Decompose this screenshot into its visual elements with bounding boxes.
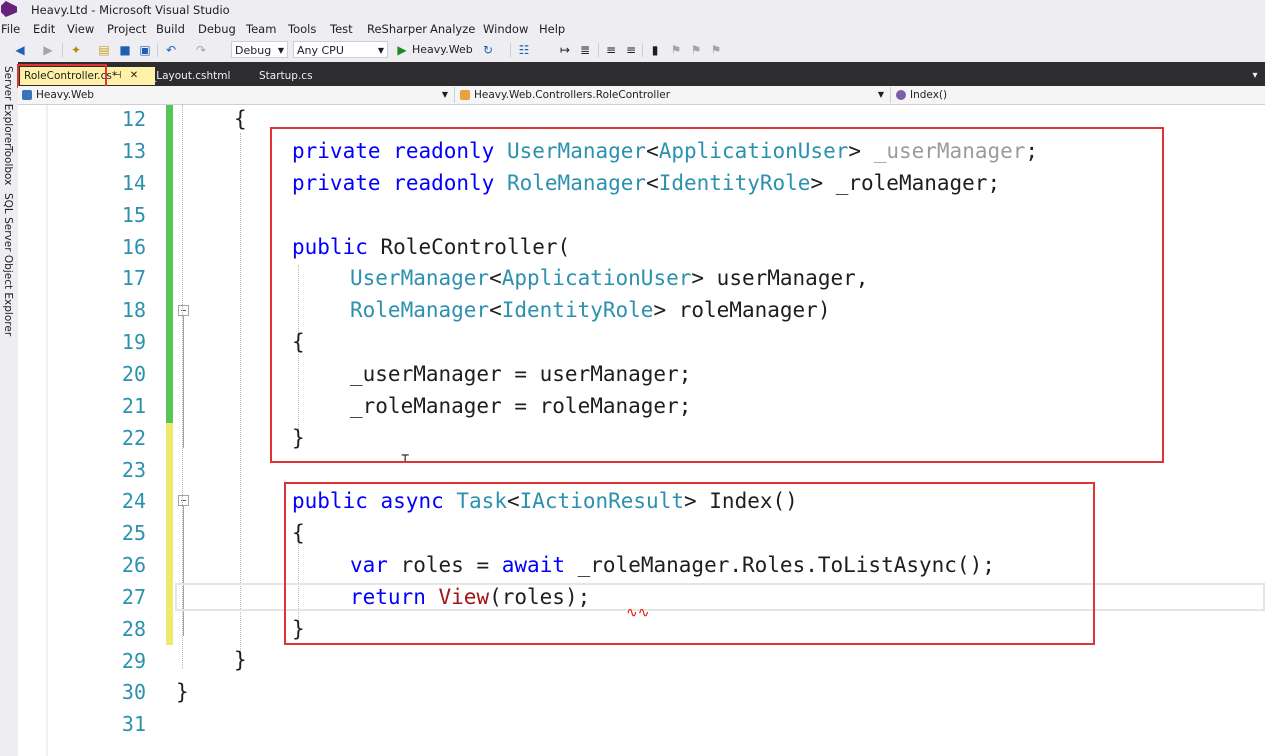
member-value: Index() bbox=[910, 89, 948, 101]
clear-bookmarks-icon[interactable]: ⚑ bbox=[708, 42, 724, 58]
prev-bookmark-icon[interactable]: ⚑ bbox=[668, 42, 684, 58]
outline-icon[interactable]: ≣ bbox=[577, 42, 593, 58]
navigation-bar: Heavy.Web ▼ Heavy.Web.Controllers.RoleCo… bbox=[18, 86, 1265, 105]
chevron-down-icon[interactable]: ▾ bbox=[1248, 67, 1262, 85]
line-number: 25 bbox=[121, 521, 146, 545]
method-icon bbox=[896, 90, 906, 100]
line-number: 15 bbox=[121, 203, 146, 227]
menu-analyze[interactable]: Analyze bbox=[430, 22, 475, 36]
code-line: { bbox=[234, 107, 247, 131]
collapse-toggle[interactable] bbox=[178, 495, 189, 506]
step-icon[interactable]: ↦ bbox=[557, 42, 573, 58]
line-number: 16 bbox=[121, 235, 146, 259]
solution-configuration-dropdown[interactable]: Debug ▼ bbox=[231, 41, 288, 58]
tab-startup[interactable]: Startup.cs bbox=[255, 67, 335, 85]
line-number: 13 bbox=[121, 139, 146, 163]
window-title: Heavy.Ltd - Microsoft Visual Studio bbox=[31, 3, 230, 17]
menu-build[interactable]: Build bbox=[156, 22, 185, 36]
menu-project[interactable]: Project bbox=[107, 22, 146, 36]
line-number: 19 bbox=[121, 330, 146, 354]
member-dropdown[interactable]: Index() bbox=[892, 87, 1265, 103]
solution-platform-dropdown[interactable]: Any CPU ▼ bbox=[293, 41, 388, 58]
open-icon[interactable]: ▤ bbox=[96, 42, 112, 58]
chevron-down-icon: ▼ bbox=[877, 90, 884, 99]
standard-toolbar: ◀ ▶ ✦ ▤ ■ ▣ ↶ ↷ Debug ▼ Any CPU ▼ ▶ Heav… bbox=[0, 39, 1265, 62]
class-dropdown[interactable]: Heavy.Web.Controllers.RoleController ▼ bbox=[456, 87, 888, 103]
back-icon[interactable]: ◀ bbox=[12, 42, 28, 58]
class-icon bbox=[460, 90, 470, 100]
line-number: 18 bbox=[121, 298, 146, 322]
document-tab-strip: RoleController.cs* ⊣ ✕ _Layout.cshtml St… bbox=[18, 62, 1265, 86]
save-all-icon[interactable]: ▣ bbox=[137, 42, 153, 58]
solution-platform-value: Any CPU bbox=[297, 44, 344, 57]
title-bar: Heavy.Ltd - Microsoft Visual Studio bbox=[0, 0, 1265, 20]
solution-configuration-value: Debug bbox=[235, 44, 272, 57]
forward-icon[interactable]: ▶ bbox=[40, 42, 56, 58]
code-editor[interactable]: 12 13 14 15 16 17 18 19 20 21 22 23 24 2… bbox=[18, 105, 1265, 756]
line-number: 22 bbox=[121, 426, 146, 450]
menu-view[interactable]: View bbox=[67, 22, 94, 36]
tab-label: _Layout.cshtml bbox=[151, 70, 231, 82]
index-action-highlight-box bbox=[284, 482, 1095, 645]
code-line: } bbox=[176, 680, 189, 704]
menu-resharper[interactable]: ReSharper bbox=[367, 22, 427, 36]
line-number: 21 bbox=[121, 394, 146, 418]
left-dock-panel: Server Explorer Toolbox SQL Server Objec… bbox=[0, 62, 18, 756]
tab-layout[interactable]: _Layout.cshtml bbox=[147, 67, 253, 85]
uncomment-icon[interactable]: ≡ bbox=[623, 42, 639, 58]
attach-icon[interactable]: ☷ bbox=[516, 42, 532, 58]
line-number: 23 bbox=[121, 458, 146, 482]
refresh-icon[interactable]: ↻ bbox=[480, 42, 496, 58]
line-number: 14 bbox=[121, 171, 146, 195]
sql-server-object-explorer-tab[interactable]: SQL Server Object Explorer bbox=[2, 193, 14, 336]
menu-tools[interactable]: Tools bbox=[288, 22, 316, 36]
bookmark-icon[interactable]: ▮ bbox=[647, 42, 663, 58]
menu-help[interactable]: Help bbox=[539, 22, 565, 36]
fields-constructor-highlight-box bbox=[270, 127, 1164, 463]
project-dropdown[interactable]: Heavy.Web ▼ bbox=[18, 87, 452, 103]
active-tab-highlight bbox=[17, 64, 107, 88]
redo-icon[interactable]: ↷ bbox=[193, 42, 209, 58]
project-value: Heavy.Web bbox=[36, 89, 94, 101]
line-number: 27 bbox=[121, 585, 146, 609]
line-number: 17 bbox=[121, 266, 146, 290]
unsaved-change-marker bbox=[166, 423, 173, 645]
visual-studio-logo-icon bbox=[1, 1, 17, 17]
start-icon[interactable]: ▶ bbox=[394, 42, 410, 58]
line-number: 31 bbox=[121, 712, 146, 736]
saved-change-marker bbox=[166, 105, 173, 423]
line-number: 26 bbox=[121, 553, 146, 577]
class-value: Heavy.Web.Controllers.RoleController bbox=[474, 89, 671, 101]
comment-icon[interactable]: ≡ bbox=[603, 42, 619, 58]
menu-bar: File Edit View Project Build Debug Team … bbox=[0, 20, 1265, 39]
chevron-down-icon: ▼ bbox=[377, 46, 384, 55]
line-number: 30 bbox=[121, 680, 146, 704]
save-icon[interactable]: ■ bbox=[117, 42, 133, 58]
line-number: 12 bbox=[121, 107, 146, 131]
line-number: 24 bbox=[121, 489, 146, 513]
line-number: 20 bbox=[121, 362, 146, 386]
close-icon[interactable]: ✕ bbox=[127, 67, 141, 85]
menu-team[interactable]: Team bbox=[246, 22, 276, 36]
menu-edit[interactable]: Edit bbox=[33, 22, 55, 36]
next-bookmark-icon[interactable]: ⚑ bbox=[688, 42, 704, 58]
pin-icon[interactable]: ⊣ bbox=[110, 67, 124, 85]
new-project-icon[interactable]: ✦ bbox=[68, 42, 84, 58]
undo-icon[interactable]: ↶ bbox=[163, 42, 179, 58]
toolbox-tab[interactable]: Toolbox bbox=[2, 146, 14, 185]
project-icon bbox=[22, 90, 32, 100]
menu-debug[interactable]: Debug bbox=[198, 22, 236, 36]
line-number: 29 bbox=[121, 649, 146, 673]
start-debugging-target[interactable]: Heavy.Web bbox=[412, 43, 473, 56]
code-line: } bbox=[234, 648, 247, 672]
line-number: 28 bbox=[121, 617, 146, 641]
server-explorer-tab[interactable]: Server Explorer bbox=[2, 66, 14, 148]
menu-test[interactable]: Test bbox=[330, 22, 353, 36]
menu-file[interactable]: File bbox=[1, 22, 20, 36]
tab-label: Startup.cs bbox=[259, 70, 313, 82]
menu-window[interactable]: Window bbox=[483, 22, 528, 36]
chevron-down-icon: ▼ bbox=[277, 46, 284, 55]
chevron-down-icon: ▼ bbox=[441, 90, 448, 99]
collapse-toggle[interactable] bbox=[178, 305, 189, 316]
